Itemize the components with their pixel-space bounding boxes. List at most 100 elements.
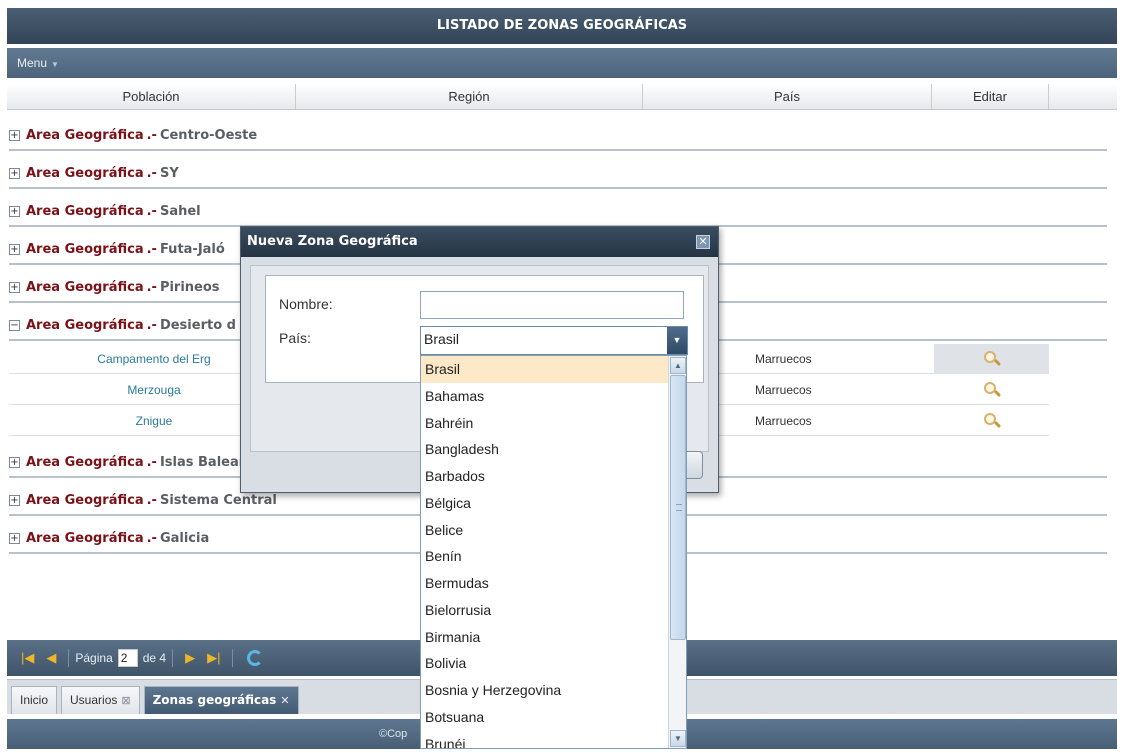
group-separator: .- [146,530,157,546]
dialog-title-bar[interactable]: Nueva Zona Geográfica ✕ [241,227,718,257]
magnifier-icon[interactable] [982,350,1002,368]
chevron-down-icon[interactable]: ▼ [667,327,687,354]
divider [68,649,70,667]
dropdown-option[interactable]: Bermudas [421,570,686,597]
pais-label: País: [279,330,311,346]
column-pais[interactable]: País [643,84,932,109]
close-icon[interactable]: ✕ [280,694,289,707]
dialog-button[interactable] [687,451,703,479]
expand-icon[interactable]: + [9,205,20,217]
magnifier-icon[interactable] [982,412,1002,430]
group-name: Centro-Oeste [159,127,258,143]
group-row[interactable]: + Area Geográfica .- SY [9,159,1107,189]
scroll-up-icon[interactable]: ▲ [670,357,686,374]
nombre-input[interactable] [420,291,684,319]
dropdown-option[interactable]: Botsuana [421,704,686,731]
group-row[interactable]: + Area Geográfica .- Centro-Oeste [9,121,1107,151]
expand-icon[interactable]: + [9,494,20,506]
column-region[interactable]: Región [296,84,643,109]
pais-select-value: Brasil [424,331,460,347]
tab-inicio[interactable]: Inicio [11,686,58,714]
group-name: Futa-Jaló [159,241,225,257]
expand-icon[interactable]: + [9,281,20,293]
tab-label: Inicio [20,693,49,707]
dropdown-option[interactable]: Brunéi [421,731,686,749]
group-separator: .- [146,241,157,257]
dropdown-option[interactable]: Bahréin [421,410,686,437]
pais-cell: Marruecos [755,414,812,428]
dropdown-option[interactable]: Benín [421,543,686,570]
close-icon[interactable]: ⊠ [121,695,130,707]
expand-icon[interactable]: + [9,129,20,141]
dropdown-option[interactable]: Bosnia y Herzegovina [421,677,686,704]
group-label: Area Geográfica [26,530,144,546]
scrollbar-thumb[interactable] [670,375,686,640]
refresh-icon[interactable] [247,650,264,666]
group-name: SY [159,165,179,181]
dropdown-option[interactable]: Brasil [421,356,686,383]
group-label: Area Geográfica [26,165,144,181]
group-label: Area Geográfica [26,317,144,333]
group-label: Area Geográfica [26,454,144,470]
expand-icon[interactable]: + [9,167,20,179]
tab-zonas-geograficas[interactable]: Zonas geográficas ✕ [143,686,299,714]
dropdown-option[interactable]: Bolivia [421,650,686,677]
next-page-icon[interactable]: ▶ [185,650,195,666]
dropdown-option[interactable]: Bangladesh [421,436,686,463]
group-separator: .- [146,317,157,333]
dropdown-option[interactable]: Bélgica [421,490,686,517]
page-count: de 4 [142,651,167,665]
dropdown-option[interactable]: Birmania [421,624,686,651]
pais-cell: Marruecos [755,352,812,366]
group-separator: .- [146,279,157,295]
group-name: Desierto d [159,317,236,333]
group-separator: .- [146,127,157,143]
group-label: Area Geográfica [26,492,144,508]
group-label: Area Geográfica [26,127,144,143]
group-name: Pirineos [159,279,220,295]
pais-dropdown-list[interactable]: Brasil Bahamas Bahréin Bangladesh Barbad… [420,355,687,749]
expand-icon[interactable]: + [9,243,20,255]
divider [232,649,234,667]
dropdown-option[interactable]: Bahamas [421,383,686,410]
group-separator: .- [146,492,157,508]
first-page-icon[interactable]: |◀ [21,650,34,666]
column-editar[interactable]: Editar [932,84,1049,109]
expand-icon[interactable]: + [9,532,20,544]
dropdown-scrollbar[interactable]: ▲ ▼ [668,356,686,748]
column-poblacion[interactable]: Población [7,84,296,109]
group-name: Sistema Central [159,492,277,508]
divider [172,649,174,667]
page-input[interactable]: 2 [117,649,138,667]
group-label: Area Geográfica [26,203,144,219]
edit-cell[interactable] [934,375,1049,405]
page-label: Página [75,651,113,665]
group-separator: .- [146,165,157,181]
expand-icon[interactable]: + [9,456,20,468]
dropdown-option[interactable]: Barbados [421,463,686,490]
prev-page-icon[interactable]: ◀ [46,650,56,666]
group-name: Galicia [159,530,210,546]
menu-label[interactable]: Menu [17,56,47,70]
tab-label: Zonas geográficas [152,693,277,707]
group-name: Sahel [159,203,201,219]
group-separator: .- [146,454,157,470]
dropdown-option[interactable]: Bielorrusia [421,597,686,624]
copyright-text: ©Cop [379,728,408,740]
last-page-icon[interactable]: ▶| [207,650,220,666]
edit-cell[interactable] [934,406,1049,436]
pais-cell: Marruecos [755,383,812,397]
edit-cell[interactable] [934,344,1049,374]
group-label: Area Geográfica [26,241,144,257]
menu-bar[interactable]: Menu ▼ [7,48,1117,78]
tab-label: Usuarios [70,693,118,707]
page-title: LISTADO DE ZONAS GEOGRÁFICAS [7,8,1117,44]
group-row[interactable]: + Area Geográfica .- Sahel [9,197,1107,227]
tab-usuarios[interactable]: Usuarios ⊠ [61,686,140,714]
close-icon[interactable]: ✕ [696,235,710,249]
collapse-icon[interactable]: − [9,319,20,331]
scroll-down-icon[interactable]: ▼ [670,730,686,747]
magnifier-icon[interactable] [982,381,1002,399]
pais-select[interactable]: Brasil ▼ [420,326,688,355]
dropdown-option[interactable]: Belice [421,517,686,544]
